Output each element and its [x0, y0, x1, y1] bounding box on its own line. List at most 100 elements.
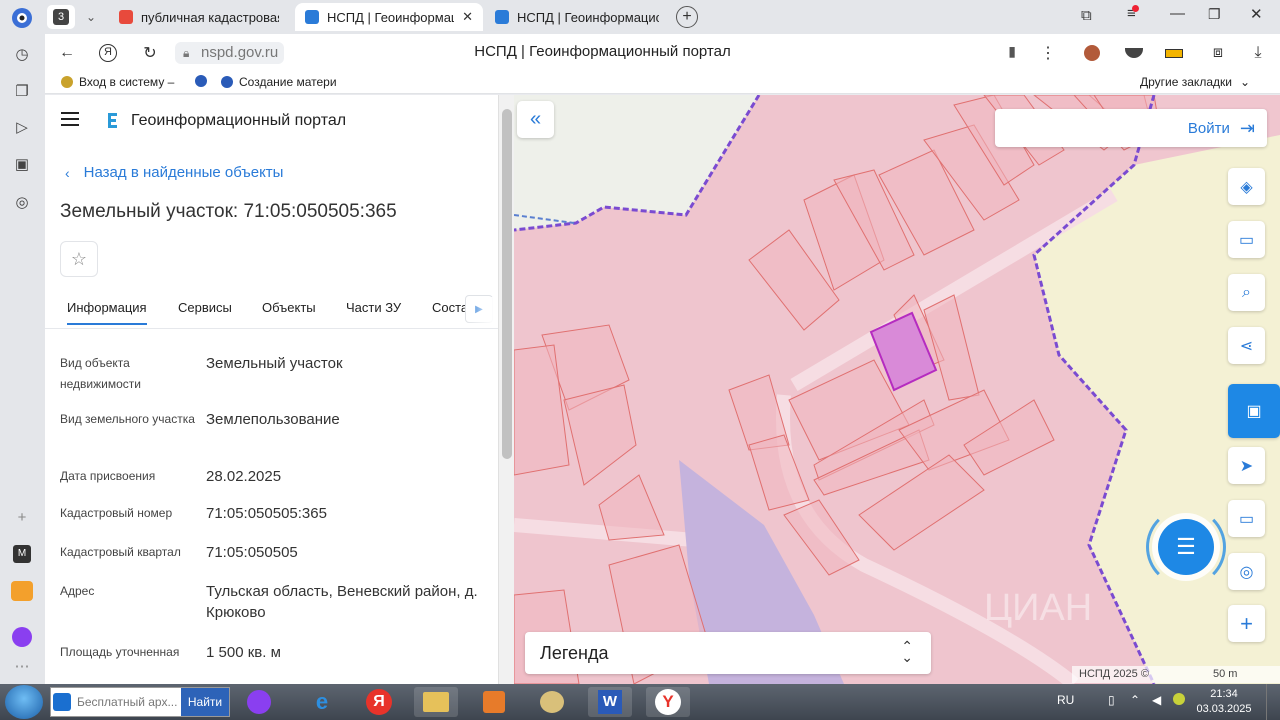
- screenshot-icon[interactable]: ◎: [8, 188, 36, 216]
- tab-count-button[interactable]: 3: [47, 5, 75, 29]
- field-label: Вид земельного участка: [60, 412, 195, 426]
- back-icon[interactable]: ←: [56, 42, 78, 64]
- browser-logo-icon[interactable]: [8, 4, 36, 32]
- yandex-favicon-icon: [119, 10, 133, 24]
- tab-information[interactable]: Информация: [67, 300, 147, 325]
- field-label: Дата присвоения: [60, 469, 156, 483]
- extension-icon[interactable]: [1081, 42, 1103, 64]
- media-player-icon[interactable]: [472, 687, 516, 717]
- show-desktop-button[interactable]: [1266, 684, 1280, 720]
- panel-scrollbar[interactable]: [498, 95, 514, 684]
- field-value: 71:05:050505: [206, 544, 298, 561]
- nspd-favicon-icon: [495, 10, 509, 24]
- field-value: Тульская область, Веневский район, д. Кр…: [206, 583, 478, 621]
- chat-button[interactable]: ☰: [1158, 519, 1214, 575]
- bookmark-item[interactable]: Создание матери: [221, 75, 337, 89]
- tab-nspd[interactable]: НСПД | Геоинформацион: [485, 3, 671, 31]
- print-service-icon[interactable]: ▣: [1228, 384, 1280, 438]
- field-label: Кадастровый квартал: [60, 545, 181, 559]
- reload-icon[interactable]: ↻: [139, 42, 161, 64]
- chevron-left-icon: ‹: [65, 164, 70, 181]
- language-indicator[interactable]: RU: [1057, 693, 1074, 707]
- cadastral-map[interactable]: ЦИАН: [514, 95, 1280, 684]
- yandex-browser-icon[interactable]: Y: [646, 687, 690, 717]
- layers-icon[interactable]: ◈: [1228, 168, 1265, 205]
- word-app-icon[interactable]: W: [588, 687, 632, 717]
- bookmark-icon[interactable]: ▮: [1008, 43, 1016, 60]
- yandex-app-icon[interactable]: Я: [357, 687, 401, 717]
- tab-objects[interactable]: Объекты: [262, 300, 316, 315]
- extension-icon[interactable]: ⧈: [1207, 42, 1229, 64]
- start-button[interactable]: [5, 685, 43, 719]
- tab-services[interactable]: Сервисы: [178, 300, 232, 315]
- geolocation-icon[interactable]: ➤: [1228, 447, 1265, 484]
- ie-app-icon[interactable]: e: [300, 687, 344, 717]
- bookmark-item[interactable]: Вход в систему –: [61, 75, 174, 89]
- collapse-panel-button[interactable]: «: [517, 101, 554, 138]
- explorer-app-icon[interactable]: [414, 687, 458, 717]
- system-clock[interactable]: 21:34 03.03.2025: [1195, 687, 1253, 717]
- volume-icon[interactable]: ◀: [1152, 693, 1161, 707]
- field-label: Адрес: [60, 584, 95, 598]
- ruler-icon[interactable]: ▭: [1228, 221, 1265, 258]
- tray-expand-icon[interactable]: ⌃: [1130, 693, 1140, 707]
- more-options-icon[interactable]: ⋮: [1037, 42, 1059, 64]
- history-icon[interactable]: ◷: [8, 40, 36, 68]
- add-panel-icon[interactable]: +: [8, 503, 36, 531]
- address-bar[interactable]: 🔒︎ nspd.gov.ru НСПД | Геоинформационный …: [175, 40, 1030, 66]
- tab-groups-icon[interactable]: ▣: [8, 150, 36, 178]
- map-canvas[interactable]: ЦИАН: [514, 95, 1280, 684]
- taskbar-search[interactable]: Бесплатный арх... Найти: [50, 687, 230, 717]
- field-row: Вид земельного участка Землепользование: [60, 409, 490, 449]
- network-icon[interactable]: [1173, 693, 1185, 708]
- yandex-mail-icon[interactable]: [8, 577, 36, 605]
- locate-icon[interactable]: ◎: [1228, 553, 1265, 590]
- collections-icon[interactable]: ❐: [8, 77, 36, 105]
- back-to-results-link[interactable]: ‹ Назад в найденные объекты: [65, 164, 283, 181]
- hamburger-menu-icon[interactable]: [61, 112, 79, 126]
- restore-icon[interactable]: ❐: [1208, 6, 1221, 23]
- tabs-dropdown-icon[interactable]: ⌄: [79, 5, 103, 29]
- bookmarks-panel-icon[interactable]: ⧉: [1081, 7, 1092, 24]
- bookmark-label: Создание матери: [239, 75, 337, 89]
- minimize-icon[interactable]: —: [1170, 5, 1185, 22]
- info-tabs: Информация Сервисы Объекты Части ЗУ Сост…: [45, 293, 498, 329]
- battery-tray-icon[interactable]: ▯: [1108, 693, 1115, 707]
- legend-panel[interactable]: Легенда ⌃ ⌄: [525, 632, 931, 674]
- search-button[interactable]: Найти: [181, 688, 229, 716]
- paint-app-icon[interactable]: [530, 687, 574, 717]
- clock-date: 03.03.2025: [1196, 703, 1252, 715]
- zoom-in-icon[interactable]: +: [1228, 605, 1265, 642]
- favorite-button[interactable]: ☆: [60, 241, 98, 277]
- tab-label: НСПД | Геоинформацион: [517, 9, 659, 25]
- extension-icon[interactable]: [1123, 42, 1145, 64]
- alice-icon[interactable]: [8, 623, 36, 651]
- object-info-panel: Геоинформационный портал ‹ Назад в найде…: [45, 95, 498, 684]
- bookmark-item[interactable]: [195, 75, 213, 87]
- login-label: Войти: [1187, 120, 1230, 137]
- close-tab-icon[interactable]: ✕: [462, 9, 473, 25]
- battery-extension-icon[interactable]: [1163, 42, 1185, 64]
- field-value: 1 500 кв. м: [206, 644, 281, 661]
- media-icon[interactable]: ▷: [8, 113, 36, 141]
- login-button[interactable]: Войти ⇥: [1188, 118, 1255, 139]
- yandex-icon[interactable]: Я: [97, 42, 119, 64]
- tab-cadastral-map[interactable]: публичная кадастровая к: [109, 3, 289, 31]
- download-icon[interactable]: ⤓: [1247, 42, 1269, 64]
- share-icon[interactable]: ⋖: [1228, 327, 1265, 364]
- close-window-icon[interactable]: ✕: [1250, 5, 1263, 23]
- menu-icon[interactable]: ≡: [1127, 5, 1139, 22]
- portal-name: Геоинформационный портал: [131, 112, 347, 129]
- other-bookmarks[interactable]: Другие закладки ⌄: [1140, 75, 1250, 89]
- scrollbar-thumb[interactable]: [502, 109, 512, 459]
- tab-composition[interactable]: Соста: [432, 300, 468, 315]
- more-icon[interactable]: ⋯: [8, 652, 36, 680]
- mail-app-icon[interactable]: M: [8, 540, 36, 568]
- tab-parts[interactable]: Части ЗУ: [346, 300, 401, 315]
- tab-nspd-active[interactable]: НСПД | Геоинформацион ✕: [295, 3, 483, 31]
- alice-app-icon[interactable]: [237, 687, 281, 717]
- area-search-icon[interactable]: ⌕: [1228, 274, 1265, 311]
- new-tab-icon[interactable]: +: [676, 6, 698, 28]
- field-row: Кадастровый квартал 71:05:050505: [60, 542, 490, 566]
- minimap-icon[interactable]: ▭: [1228, 500, 1265, 537]
